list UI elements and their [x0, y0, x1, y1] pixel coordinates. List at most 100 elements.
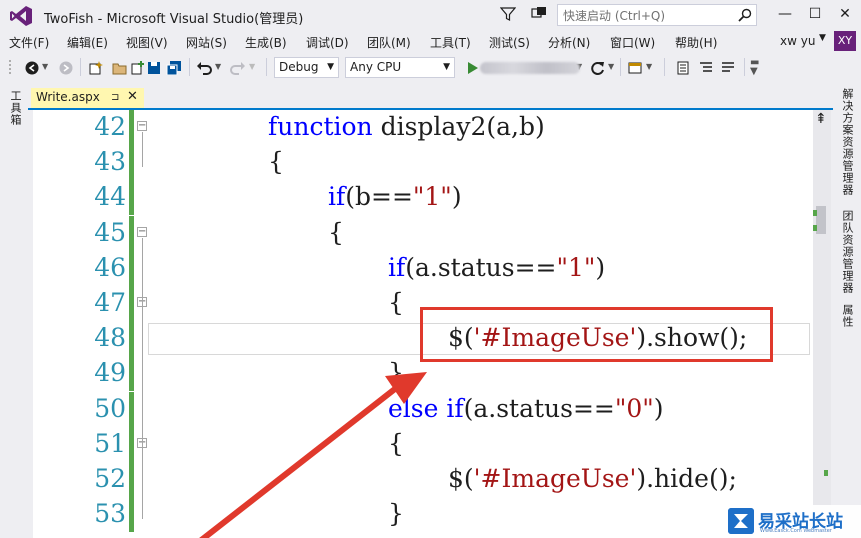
toolbar-overflow-icon[interactable]: ▬ ▼ — [750, 58, 759, 77]
toolbar-grip-icon[interactable] — [8, 59, 14, 77]
line-number: 48 — [94, 323, 126, 353]
code-line[interactable]: 53} — [33, 497, 813, 533]
chevron-down-icon[interactable]: ▼ — [443, 58, 450, 77]
back-icon[interactable] — [24, 61, 40, 75]
code-line[interactable]: 43 { — [33, 145, 813, 181]
code-line[interactable]: 44 if(b=="1") — [33, 180, 813, 216]
quick-launch-input[interactable] — [558, 6, 728, 26]
code-line[interactable]: 51−{ — [33, 426, 813, 462]
scrollbar-thumb[interactable] — [816, 206, 826, 234]
team-explorer-tab[interactable]: 团队资源管理器 — [839, 210, 855, 294]
change-indicator — [129, 286, 134, 321]
redo-icon[interactable] — [230, 61, 246, 75]
comment-lines-icon[interactable] — [698, 61, 714, 75]
chevron-down-icon[interactable]: ▼ — [327, 58, 334, 77]
line-number: 42 — [94, 112, 126, 141]
uncomment-lines-icon[interactable] — [720, 61, 736, 75]
menu-test[interactable]: 测试(S) — [489, 34, 530, 51]
add-item-icon[interactable] — [130, 61, 146, 75]
code-token: { — [388, 288, 404, 317]
code-token: $( — [448, 464, 474, 493]
save-icon[interactable] — [146, 61, 162, 75]
menu-window[interactable]: 窗口(W) — [610, 34, 655, 51]
line-number: 50 — [94, 393, 126, 423]
filter-icon[interactable] — [500, 6, 516, 22]
collapse-icon[interactable]: − — [137, 226, 147, 237]
code-text: } — [388, 358, 404, 387]
new-project-icon[interactable] — [88, 61, 104, 75]
solution-platform-select[interactable]: Any CPU ▼ — [345, 57, 455, 78]
refresh-icon[interactable] — [590, 61, 606, 75]
properties-tab[interactable]: 属性 — [839, 304, 855, 328]
toolbar-separator — [620, 58, 621, 76]
line-number: 45 — [94, 217, 126, 247]
minimize-button[interactable]: — — [770, 0, 800, 28]
menu-tools[interactable]: 工具(T) — [430, 34, 471, 51]
menu-view[interactable]: 视图(V) — [126, 34, 168, 51]
forward-icon[interactable] — [58, 61, 74, 75]
code-line[interactable]: 50 else if(a.status=="0") — [33, 391, 813, 427]
toolbar-separator — [189, 58, 190, 76]
maximize-button[interactable]: ☐ — [800, 0, 830, 28]
code-text: { — [388, 429, 404, 458]
chevron-down-icon[interactable]: ▼ — [646, 62, 652, 71]
solution-explorer-tab[interactable]: 解决方案资源管理器 — [839, 88, 855, 196]
tab-write-aspx[interactable]: Write.aspx ⊐ ✕ — [31, 88, 144, 108]
split-window-icon[interactable]: ⇞ — [815, 111, 827, 127]
browser-link-icon[interactable] — [628, 61, 644, 75]
menu-build[interactable]: 生成(B) — [245, 34, 287, 51]
change-indicator — [129, 391, 134, 427]
blurred-target-dropdown[interactable] — [480, 62, 580, 74]
code-line[interactable]: 42 − function display2(a,b) — [33, 110, 813, 145]
change-indicator — [129, 145, 134, 181]
menu-debug[interactable]: 调试(D) — [306, 34, 349, 51]
undo-icon[interactable] — [196, 61, 212, 75]
collapse-icon[interactable]: − — [137, 121, 147, 131]
platform-value: Any CPU — [350, 60, 402, 74]
annotation-highlight-box — [420, 307, 773, 362]
close-window-button[interactable]: ✕ — [830, 0, 860, 28]
string-token: '#ImageUse' — [473, 464, 637, 493]
solution-configuration-select[interactable]: Debug ▼ — [274, 57, 339, 78]
chevron-down-icon[interactable]: ▼ — [249, 62, 255, 71]
left-tool-strip: 工具箱 — [0, 82, 28, 538]
chevron-down-icon[interactable]: ▼ — [819, 33, 826, 43]
menu-file[interactable]: 文件(F) — [9, 34, 49, 51]
code-line[interactable]: 45− { — [33, 215, 813, 251]
avatar[interactable]: XY — [834, 31, 856, 51]
search-icon[interactable] — [738, 8, 752, 22]
toolbar-separator — [266, 58, 267, 76]
outline-guide — [142, 237, 143, 520]
chevron-down-icon[interactable]: ▼ — [215, 62, 221, 71]
code-line[interactable]: 46 if(a.status=="1") — [33, 250, 813, 286]
pin-icon[interactable]: ⊐ — [111, 92, 119, 103]
format-document-icon[interactable] — [676, 61, 692, 75]
vertical-scrollbar[interactable] — [813, 110, 831, 538]
chevron-down-icon[interactable]: ▼ — [608, 62, 614, 71]
save-all-icon[interactable] — [166, 61, 182, 75]
line-number: 51 — [94, 428, 126, 458]
right-tool-strip: 解决方案资源管理器 团队资源管理器 属性 — [833, 82, 861, 538]
toolbox-tab[interactable]: 工具箱 — [7, 90, 23, 126]
menu-help[interactable]: 帮助(H) — [675, 34, 717, 51]
quick-launch-box[interactable] — [557, 4, 757, 26]
menu-edit[interactable]: 编辑(E) — [67, 34, 108, 51]
menu-analyze[interactable]: 分析(N) — [548, 34, 590, 51]
code-token: { — [388, 428, 404, 458]
menu-website[interactable]: 网站(S) — [186, 34, 227, 51]
code-token: ) — [595, 252, 606, 282]
code-text: else if(a.status=="0") — [388, 394, 664, 423]
open-file-icon[interactable] — [112, 61, 128, 75]
feedback-icon[interactable] — [531, 6, 547, 22]
chevron-down-icon[interactable]: ▼ — [42, 62, 48, 71]
user-name[interactable]: xw yu — [780, 34, 815, 48]
menu-team[interactable]: 团队(M) — [367, 34, 411, 51]
code-line[interactable]: 52 $('#ImageUse').hide(); — [33, 462, 813, 497]
line-number: 43 — [94, 147, 126, 177]
change-indicator — [129, 356, 134, 392]
start-debugging-icon[interactable] — [465, 61, 481, 75]
site-logo-icon — [728, 508, 754, 534]
code-text: { — [388, 288, 404, 317]
toolbar-separator — [80, 58, 81, 76]
close-icon[interactable]: ✕ — [127, 89, 138, 104]
